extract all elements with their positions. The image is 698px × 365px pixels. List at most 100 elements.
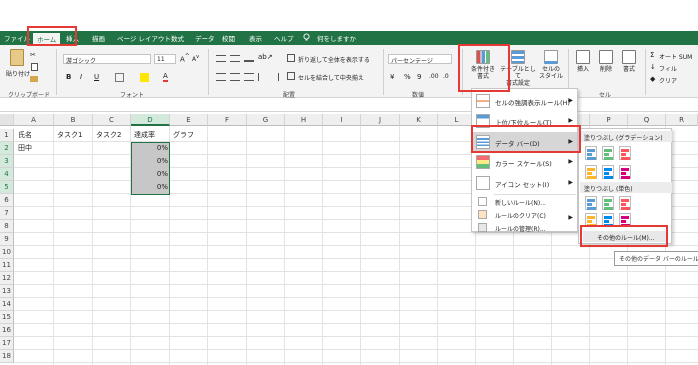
row-header-15[interactable]: 15 bbox=[0, 311, 14, 324]
cell-d1[interactable]: 達成率 bbox=[132, 129, 157, 142]
column-header-k[interactable]: K bbox=[400, 114, 438, 126]
row-header-10[interactable]: 10 bbox=[0, 246, 14, 259]
wrap-text-icon[interactable] bbox=[287, 54, 295, 62]
cell-d2[interactable]: 0% bbox=[131, 142, 170, 155]
align-bottom-icon[interactable] bbox=[244, 55, 254, 62]
shrink-font-icon[interactable]: Av bbox=[192, 54, 199, 63]
number-format-select[interactable]: パーセンテージ bbox=[388, 54, 452, 65]
align-center-icon[interactable] bbox=[230, 73, 240, 81]
gradient-bar-orange[interactable] bbox=[585, 165, 597, 179]
decrease-indent-icon[interactable] bbox=[258, 73, 267, 81]
align-right-icon[interactable] bbox=[244, 73, 254, 81]
column-header-g[interactable]: G bbox=[247, 114, 285, 126]
row-header-18[interactable]: 18 bbox=[0, 350, 14, 363]
column-header-i[interactable]: I bbox=[323, 114, 361, 126]
align-middle-icon[interactable] bbox=[230, 55, 240, 62]
border-icon[interactable] bbox=[115, 73, 124, 82]
gradient-bar-purple[interactable] bbox=[619, 165, 631, 179]
fill-button[interactable]: フィル bbox=[659, 64, 677, 73]
row-header-7[interactable]: 7 bbox=[0, 207, 14, 220]
column-header-h[interactable]: H bbox=[285, 114, 323, 126]
tab-review[interactable]: 校閲 bbox=[222, 33, 235, 43]
cut-icon[interactable]: ✂ bbox=[30, 51, 36, 59]
tab-draw[interactable]: 描画 bbox=[92, 33, 105, 43]
cell-d4[interactable]: 0% bbox=[131, 168, 170, 181]
row-header-16[interactable]: 16 bbox=[0, 324, 14, 337]
format-painter-icon[interactable] bbox=[30, 76, 38, 82]
solid-bar-green[interactable] bbox=[602, 196, 614, 210]
cell-d3[interactable]: 0% bbox=[131, 155, 170, 168]
grow-font-icon[interactable]: A^ bbox=[180, 54, 190, 63]
row-header-2[interactable]: 2 bbox=[0, 142, 14, 155]
column-header-a[interactable]: A bbox=[14, 114, 54, 126]
paste-button[interactable]: 貼り付け bbox=[6, 69, 30, 78]
tab-view[interactable]: 表示 bbox=[249, 33, 262, 43]
tell-me-box[interactable]: 何をしますか bbox=[317, 33, 356, 43]
menu-item-color-scales[interactable]: カラー スケール(S) ▶ bbox=[472, 152, 577, 172]
cell-b1[interactable]: タスク1 bbox=[55, 129, 84, 142]
tab-data[interactable]: データ bbox=[195, 33, 215, 43]
orientation-icon[interactable]: ab↗ bbox=[258, 53, 273, 61]
tab-page-layout[interactable]: ページ レイアウト bbox=[117, 33, 171, 43]
row-header-13[interactable]: 13 bbox=[0, 285, 14, 298]
cell-a1[interactable]: 氏名 bbox=[16, 129, 34, 142]
paste-icon[interactable] bbox=[10, 49, 24, 66]
clear-button[interactable]: クリア bbox=[659, 76, 677, 85]
row-header-17[interactable]: 17 bbox=[0, 337, 14, 350]
italic-button[interactable]: I bbox=[80, 73, 82, 81]
row-header-9[interactable]: 9 bbox=[0, 233, 14, 246]
menu-item-new-rule[interactable]: 新しいルール(N)... bbox=[472, 195, 577, 208]
menu-item-manage-rules[interactable]: ルールの管理(R)... bbox=[472, 221, 577, 234]
gradient-bar-lightblue[interactable] bbox=[602, 165, 614, 179]
row-header-8[interactable]: 8 bbox=[0, 220, 14, 233]
formula-bar[interactable] bbox=[0, 98, 698, 112]
solid-bar-red[interactable] bbox=[619, 196, 631, 210]
fill-color-icon[interactable] bbox=[140, 73, 149, 82]
menu-item-icon-sets[interactable]: アイコン セット(I) ▶ bbox=[472, 173, 577, 193]
bold-button[interactable]: B bbox=[66, 73, 71, 81]
currency-icon[interactable]: ¥ bbox=[390, 73, 394, 81]
tab-help[interactable]: ヘルプ bbox=[274, 33, 294, 43]
column-header-p[interactable]: P bbox=[590, 114, 628, 126]
gradient-bar-blue[interactable] bbox=[585, 146, 597, 160]
merge-center-button[interactable]: セルを結合して中央揃え bbox=[298, 73, 364, 82]
row-header-6[interactable]: 6 bbox=[0, 194, 14, 207]
comma-icon[interactable]: 9 bbox=[417, 73, 421, 81]
align-top-icon[interactable] bbox=[216, 55, 226, 62]
menu-item-highlight-rules[interactable]: セルの強調表示ルール(H) ▶ bbox=[472, 91, 577, 111]
column-header-e[interactable]: E bbox=[170, 114, 208, 126]
fill-icon[interactable]: ↓ bbox=[650, 63, 656, 71]
underline-button[interactable]: U bbox=[94, 73, 99, 81]
font-color-button[interactable]: A bbox=[163, 72, 168, 82]
row-header-14[interactable]: 14 bbox=[0, 298, 14, 311]
column-header-j[interactable]: J bbox=[361, 114, 400, 126]
column-header-r[interactable]: R bbox=[666, 114, 698, 126]
cell-c1[interactable]: タスク2 bbox=[94, 129, 123, 142]
autosum-icon[interactable]: Σ bbox=[650, 51, 654, 59]
cell-a2[interactable]: 田中 bbox=[16, 142, 34, 155]
column-header-c[interactable]: C bbox=[93, 114, 131, 126]
format-cells-button[interactable]: 書式 bbox=[618, 50, 640, 73]
delete-cells-button[interactable]: 削除 bbox=[595, 50, 617, 73]
decrease-decimal-icon[interactable]: .0 bbox=[443, 73, 449, 80]
copy-icon[interactable] bbox=[31, 63, 38, 71]
percent-icon[interactable]: % bbox=[404, 73, 411, 81]
row-header-5[interactable]: 5 bbox=[0, 181, 14, 194]
wrap-text-button[interactable]: 折り返して全体を表示する bbox=[298, 55, 370, 64]
autosum-button[interactable]: オート SUM bbox=[659, 52, 692, 61]
gradient-bar-green[interactable] bbox=[602, 146, 614, 160]
row-header-11[interactable]: 11 bbox=[0, 259, 14, 272]
merge-center-icon[interactable] bbox=[287, 72, 295, 80]
font-family-select[interactable]: 游ゴシック bbox=[63, 54, 151, 65]
increase-indent-icon[interactable] bbox=[270, 73, 279, 81]
cell-d5[interactable]: 0% bbox=[131, 181, 170, 194]
row-header-4[interactable]: 4 bbox=[0, 168, 14, 181]
column-header-d[interactable]: D bbox=[131, 114, 170, 126]
cell-e1[interactable]: グラフ bbox=[171, 129, 196, 142]
menu-item-clear-rules[interactable]: ルールのクリア(C) ▶ bbox=[472, 208, 577, 221]
insert-cells-button[interactable]: 挿入 bbox=[572, 50, 594, 73]
row-header-1[interactable]: 1 bbox=[0, 129, 14, 142]
cell-styles-button[interactable]: セルの スタイル bbox=[538, 50, 564, 80]
gradient-bar-red[interactable] bbox=[619, 146, 631, 160]
align-left-icon[interactable] bbox=[216, 73, 226, 81]
